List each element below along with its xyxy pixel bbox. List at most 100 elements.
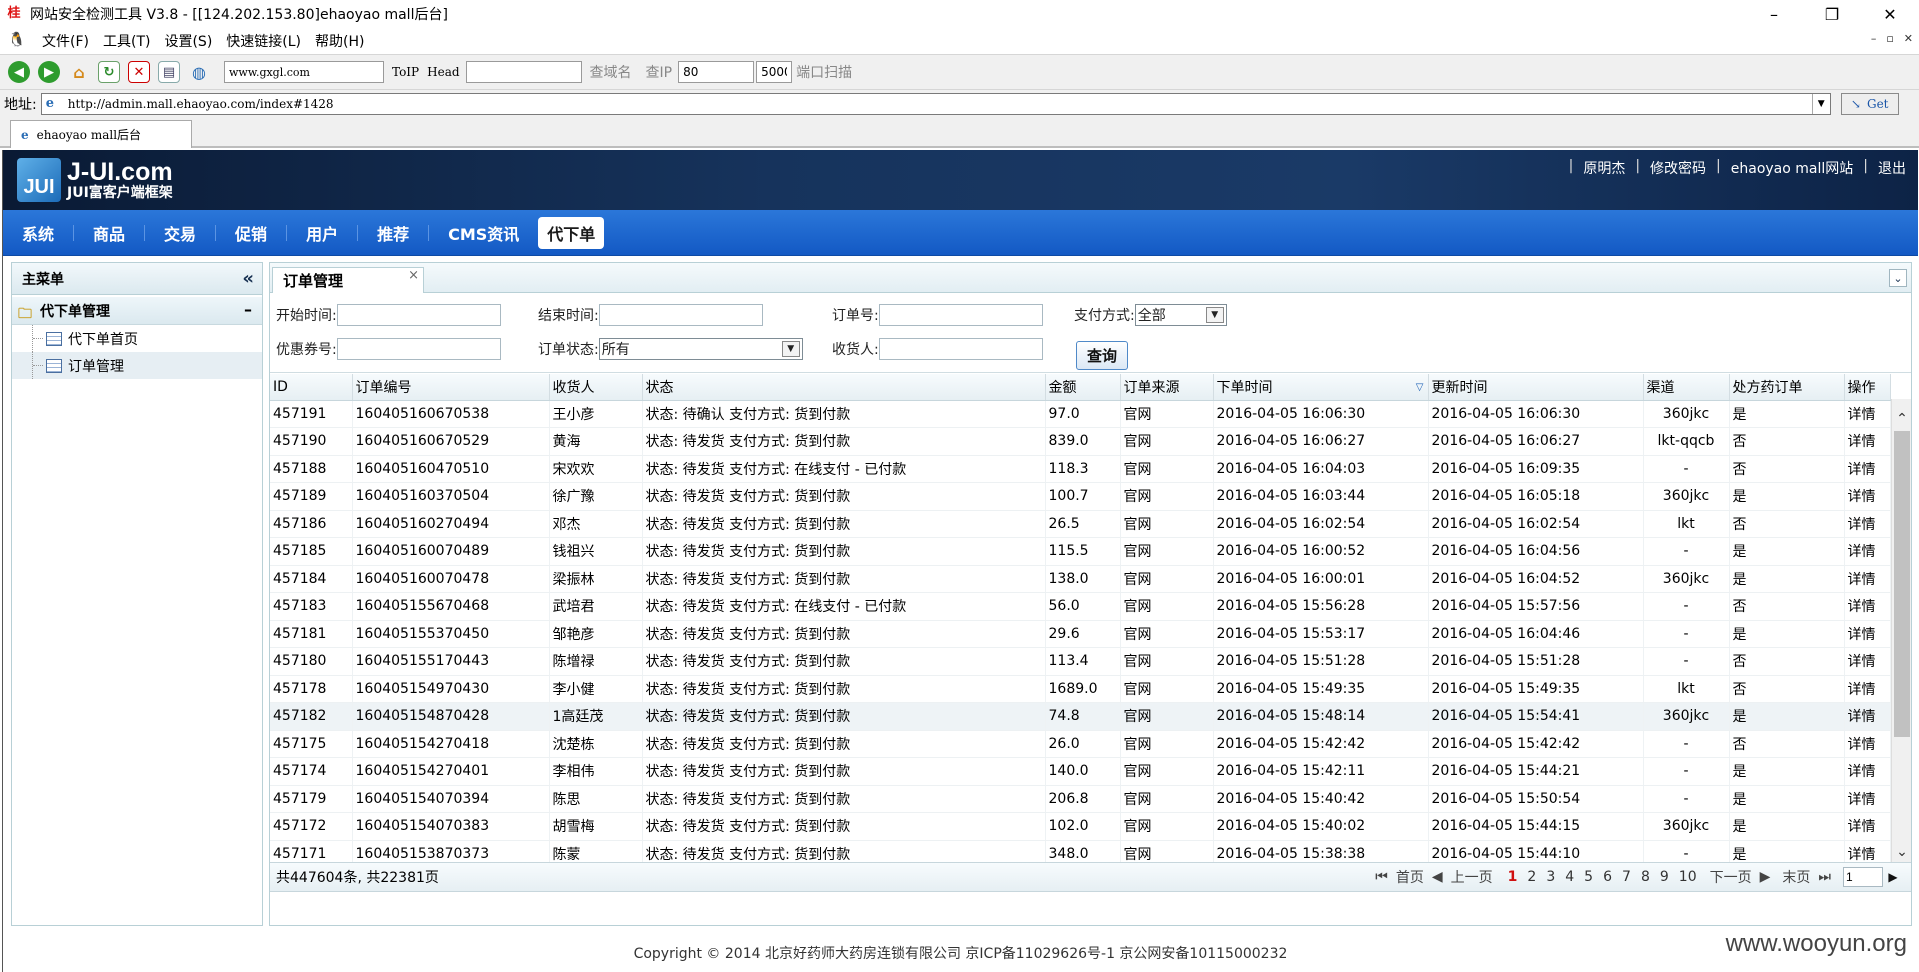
- collapse-sidebar-icon[interactable]: «: [242, 268, 254, 289]
- table-row[interactable]: 457191 160405160670538 王小彦 状态: 待确认 支付方式: 货到…: [270, 400, 1891, 428]
- table-row[interactable]: 457186 160405160270494 邓杰 状态: 待发货 支付方式: 货到付…: [270, 510, 1891, 538]
- address-input[interactable]: e http://admin.mall.ehaoyao.com/index#14…: [40, 93, 1831, 115]
- column-header[interactable]: 操作: [1844, 374, 1891, 401]
- table-row[interactable]: 457189 160405160370504 徐广豫 状态: 待发货 支付方式: 货到…: [270, 482, 1891, 511]
- column-header[interactable]: ID: [270, 374, 353, 401]
- port-count-input[interactable]: [756, 61, 793, 83]
- user-name-link[interactable]: 原明杰: [1583, 158, 1625, 178]
- detail-link[interactable]: 详情: [1844, 482, 1891, 511]
- detail-link[interactable]: 详情: [1844, 702, 1891, 731]
- column-header[interactable]: 订单编号: [352, 374, 550, 401]
- table-row[interactable]: 457171 160405153870373 陈蒙 状态: 待发货 支付方式: 货到付…: [270, 840, 1891, 862]
- end-time-input[interactable]: [598, 304, 763, 326]
- menu-help[interactable]: 帮助(H): [315, 31, 364, 51]
- next-page-link[interactable]: 下一页: [1710, 867, 1752, 887]
- tab-list-dropdown-icon[interactable]: ⌄: [1889, 269, 1907, 287]
- scroll-up-icon[interactable]: ⌃: [1892, 409, 1912, 429]
- column-header[interactable]: 金额: [1045, 374, 1121, 401]
- head-input[interactable]: [465, 61, 582, 83]
- page-number-link[interactable]: 5: [1584, 869, 1593, 885]
- tab-order-management[interactable]: 订单管理 ×: [272, 267, 424, 294]
- get-button[interactable]: ↘ Get: [1840, 93, 1899, 115]
- jump-page-input[interactable]: [1843, 867, 1883, 887]
- column-header[interactable]: 订单来源: [1120, 374, 1214, 401]
- address-dropdown-icon[interactable]: ▼: [1811, 94, 1830, 114]
- restore-button[interactable]: ❐: [1803, 0, 1861, 28]
- sidebar-item-order-management[interactable]: 订单管理: [12, 352, 262, 379]
- page-number-link[interactable]: 2: [1527, 869, 1536, 885]
- table-row[interactable]: 457178 160405154970430 李小健 状态: 待发货 支付方式: 货到…: [270, 675, 1891, 703]
- collapse-group-icon[interactable]: –: [244, 300, 252, 319]
- detail-link[interactable]: 详情: [1844, 400, 1891, 428]
- menu-file[interactable]: 文件(F): [42, 31, 89, 51]
- start-time-input[interactable]: [336, 304, 501, 326]
- detail-link[interactable]: 详情: [1844, 537, 1891, 566]
- scroll-down-icon[interactable]: ⌄: [1892, 842, 1912, 862]
- detail-link[interactable]: 详情: [1844, 510, 1891, 538]
- column-header[interactable]: 渠道: [1643, 374, 1730, 401]
- column-header[interactable]: 状态: [642, 374, 1046, 401]
- pay-method-select[interactable]: 全部 ▼: [1134, 304, 1227, 326]
- query-ip-button[interactable]: 查IP: [646, 62, 673, 82]
- nav-trade[interactable]: 交易: [155, 217, 205, 249]
- page-number-link[interactable]: 7: [1622, 869, 1631, 885]
- table-scrollbar[interactable]: ⌃ ⌄: [1891, 399, 1911, 862]
- port-input[interactable]: [678, 61, 755, 83]
- order-no-input[interactable]: [878, 304, 1043, 326]
- page-number-link[interactable]: 1: [1508, 869, 1518, 885]
- page-number-link[interactable]: 10: [1679, 869, 1697, 885]
- column-header[interactable]: 收货人: [549, 374, 643, 401]
- page-number-link[interactable]: 6: [1603, 869, 1612, 885]
- table-row[interactable]: 457185 160405160070489 钱祖兴 状态: 待发货 支付方式: 货到…: [270, 537, 1891, 566]
- table-row[interactable]: 457183 160405155670468 武培君 状态: 待发货 支付方式: 在线…: [270, 592, 1891, 621]
- sidebar-group-header[interactable]: 🗀 代下单管理 –: [12, 297, 262, 325]
- mdi-restore-button[interactable]: ▫: [1886, 32, 1893, 45]
- nav-promotion[interactable]: 促销: [226, 217, 276, 249]
- detail-link[interactable]: 详情: [1844, 812, 1891, 841]
- table-row[interactable]: 457190 160405160670529 黄海 状态: 待发货 支付方式: 货到付…: [270, 427, 1891, 456]
- globe-icon[interactable]: ◍: [188, 61, 210, 83]
- mdi-close-button[interactable]: ✕: [1904, 32, 1913, 45]
- page-number-link[interactable]: 4: [1565, 869, 1574, 885]
- nav-user[interactable]: 用户: [297, 217, 347, 249]
- browser-tab[interactable]: e ehaoyao mall后台: [10, 120, 192, 148]
- first-page-link[interactable]: 首页: [1396, 867, 1424, 887]
- page-number-link[interactable]: 3: [1546, 869, 1555, 885]
- nav-goods[interactable]: 商品: [84, 217, 134, 249]
- prev-page-link[interactable]: 上一页: [1451, 867, 1493, 887]
- refresh-icon[interactable]: ↻: [98, 61, 120, 83]
- detail-link[interactable]: 详情: [1844, 427, 1891, 456]
- mall-site-link[interactable]: ehaoyao mall网站: [1731, 158, 1854, 178]
- forward-icon[interactable]: ▶: [38, 61, 60, 83]
- go-page-icon[interactable]: ▶: [1885, 867, 1901, 887]
- table-row[interactable]: 457175 160405154270418 沈楚栋 状态: 待发货 支付方式: 货到…: [270, 730, 1891, 758]
- detail-link[interactable]: 详情: [1844, 455, 1891, 483]
- nav-recommend[interactable]: 推荐: [368, 217, 418, 249]
- table-row[interactable]: 457188 160405160470510 宋欢欢 状态: 待发货 支付方式: 在线…: [270, 455, 1891, 483]
- page-icon[interactable]: ▤: [158, 61, 180, 83]
- detail-link[interactable]: 详情: [1844, 565, 1891, 593]
- first-page-icon[interactable]: ⏮: [1375, 869, 1388, 885]
- order-status-select[interactable]: 所有 ▼: [598, 338, 803, 360]
- page-number-link[interactable]: 8: [1641, 869, 1650, 885]
- next-page-icon[interactable]: ▶: [1760, 869, 1771, 885]
- column-header[interactable]: 下单时间 ▽: [1213, 374, 1429, 401]
- detail-link[interactable]: 详情: [1844, 785, 1891, 813]
- table-row[interactable]: 457182 160405154870428 1高廷茂 状态: 待发货 支付方式: 货…: [270, 702, 1891, 731]
- column-header[interactable]: 处方药订单: [1729, 374, 1845, 401]
- port-scan-button[interactable]: 端口扫描: [796, 62, 852, 82]
- table-row[interactable]: 457180 160405155170443 陈增禄 状态: 待发货 支付方式: 货到…: [270, 647, 1891, 676]
- logout-link[interactable]: 退出: [1878, 158, 1906, 178]
- table-row[interactable]: 457172 160405154070383 胡雪梅 状态: 待发货 支付方式: 货到…: [270, 812, 1891, 841]
- scrollbar-thumb[interactable]: [1894, 431, 1910, 737]
- nav-proxy-order[interactable]: 代下单: [538, 216, 605, 249]
- table-row[interactable]: 457184 160405160070478 梁振林 状态: 待发货 支付方式: 货到…: [270, 565, 1891, 593]
- table-row[interactable]: 457181 160405155370450 邹艳彦 状态: 待发货 支付方式: 货到…: [270, 620, 1891, 648]
- detail-link[interactable]: 详情: [1844, 647, 1891, 676]
- table-row[interactable]: 457174 160405154270401 李相伟 状态: 待发货 支付方式: 货到…: [270, 757, 1891, 786]
- detail-link[interactable]: 详情: [1844, 840, 1891, 862]
- home-icon[interactable]: ⌂: [68, 61, 90, 83]
- last-page-icon[interactable]: ⏭: [1818, 869, 1831, 885]
- stop-icon[interactable]: ✕: [128, 61, 150, 83]
- mdi-minimize-button[interactable]: –: [1871, 32, 1877, 45]
